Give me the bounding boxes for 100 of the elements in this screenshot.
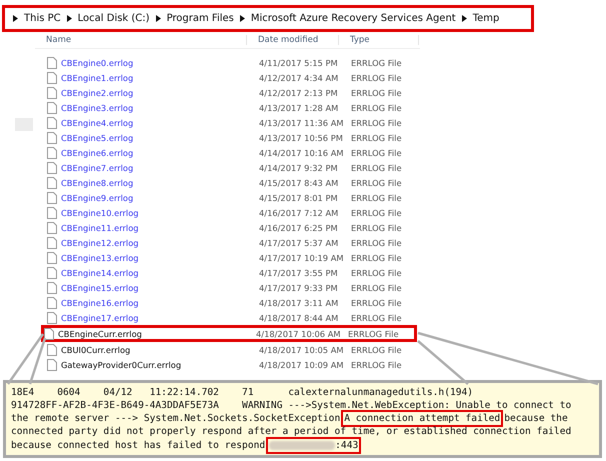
date-modified: 4/17/2017 9:33 PM bbox=[259, 282, 339, 292]
file-row[interactable]: CBEngine13.errlog 4/17/2017 10:19 AM ERRLOG File bbox=[44, 250, 417, 265]
document-icon bbox=[47, 102, 57, 114]
file-row[interactable]: CBUI0Curr.errlog 4/18/2017 10:05 AM ERRLOG File bbox=[44, 342, 417, 357]
file-row[interactable]: CBEngine7.errlog 4/14/2017 9:32 PM ERRLOG File bbox=[44, 160, 417, 175]
file-row[interactable]: CBEngine16.errlog 4/18/2017 3:11 AM ERRLOG File bbox=[44, 295, 417, 310]
file-row[interactable]: CBEngine2.errlog 4/12/2017 2:13 PM ERRLOG File bbox=[44, 85, 417, 100]
document-icon bbox=[47, 312, 57, 324]
file-name: CBEngine8.errlog bbox=[61, 178, 134, 188]
date-modified: 4/17/2017 5:37 AM bbox=[259, 238, 340, 248]
document-icon bbox=[47, 296, 57, 308]
file-row[interactable]: CBEngine4.errlog 4/13/2017 11:36 AM ERRLOG File bbox=[44, 115, 417, 130]
date-modified: 4/16/2017 7:12 AM bbox=[259, 208, 340, 218]
document-icon bbox=[47, 56, 57, 68]
breadcrumb-item[interactable]: Microsoft Azure Recovery Services Agent bbox=[250, 13, 456, 24]
document-icon bbox=[47, 146, 57, 158]
log-text: 914728FF-AF2B-4F3E-B649-4A3DDAF5E73A WARNING --->System.Net.WebException: Unable to connect to bbox=[11, 398, 572, 412]
column-header[interactable]: Date modified bbox=[247, 35, 339, 45]
file-name: CBEngine2.errlog bbox=[61, 88, 134, 98]
file-name: CBEngine9.errlog bbox=[61, 192, 134, 202]
file-row[interactable]: CBEngine17.errlog 4/18/2017 8:44 AM ERRLOG File bbox=[44, 310, 417, 325]
column-header[interactable]: Name bbox=[35, 35, 247, 45]
date-modified: 4/12/2017 4:34 AM bbox=[259, 72, 340, 82]
breadcrumb-item[interactable]: Local Disk (C:) bbox=[78, 13, 150, 24]
document-icon bbox=[47, 132, 57, 144]
document-icon bbox=[47, 266, 57, 278]
file-row[interactable]: CBEngine6.errlog 4/14/2017 10:16 AM ERRLOG File bbox=[44, 145, 417, 160]
file-name: CBEngine6.errlog bbox=[61, 148, 134, 158]
date-modified: 4/12/2017 2:13 PM bbox=[259, 88, 339, 98]
file-name: CBEngine0.errlog bbox=[61, 58, 134, 68]
breadcrumb-item[interactable]: This PC bbox=[24, 13, 61, 24]
file-type: ERRLOG File bbox=[351, 148, 403, 158]
file-name: CBEngine7.errlog bbox=[61, 162, 134, 172]
file-name: CBEngine15.errlog bbox=[61, 282, 139, 292]
document-icon bbox=[47, 86, 57, 98]
file-type: ERRLOG File bbox=[351, 162, 403, 172]
file-row[interactable]: CBEngineCurr.errlog 4/18/2017 10:06 AM ERRLOG File bbox=[41, 325, 417, 342]
file-type: ERRLOG File bbox=[351, 298, 403, 308]
document-icon bbox=[47, 222, 57, 234]
log-text: the remote server ---> System.Net.Sockets.SocketException bbox=[11, 412, 340, 426]
file-name: CBEngine16.errlog bbox=[61, 298, 139, 308]
address-bar[interactable]: This PC Local Disk (C:) Program Files Microsoft Azure Recovery Services Agent Temp bbox=[2, 5, 534, 32]
file-name: CBEngine10.errlog bbox=[61, 208, 139, 218]
date-modified: 4/14/2017 9:32 PM bbox=[259, 162, 339, 172]
document-icon bbox=[47, 116, 57, 128]
file-type: ERRLOG File bbox=[348, 329, 400, 339]
chevron-icon bbox=[240, 15, 245, 22]
file-name: CBEngineCurr.errlog bbox=[58, 329, 142, 339]
date-modified: 4/11/2017 5:15 PM bbox=[259, 58, 339, 68]
file-type: ERRLOG File bbox=[351, 72, 403, 82]
file-name: CBEngine17.errlog bbox=[61, 312, 139, 322]
date-modified: 4/14/2017 10:16 AM bbox=[259, 148, 345, 158]
chevron-icon bbox=[13, 15, 18, 22]
column-header[interactable]: Type bbox=[339, 35, 419, 45]
file-type: ERRLOG File bbox=[351, 102, 403, 112]
document-icon bbox=[47, 236, 57, 248]
file-type: ERRLOG File bbox=[351, 282, 403, 292]
date-modified: 4/15/2017 8:43 AM bbox=[259, 178, 340, 188]
file-row[interactable]: CBEngine5.errlog 4/13/2017 10:56 PM ERRLOG File bbox=[44, 130, 417, 145]
log-text: because connected host has failed to respond bbox=[11, 438, 266, 452]
file-row[interactable]: CBEngine3.errlog 4/13/2017 1:28 AM ERRLOG File bbox=[44, 100, 417, 115]
file-row[interactable]: CBEngine0.errlog 4/11/2017 5:15 PM ERRLOG File bbox=[44, 55, 417, 70]
file-row[interactable]: CBEngine12.errlog 4/17/2017 5:37 AM ERRLOG File bbox=[44, 235, 417, 250]
redacted-text-block bbox=[269, 440, 336, 450]
file-type: ERRLOG File bbox=[351, 268, 403, 278]
file-type: ERRLOG File bbox=[351, 118, 403, 128]
file-type: ERRLOG File bbox=[351, 58, 403, 68]
file-name: CBEngine1.errlog bbox=[61, 72, 134, 82]
breadcrumb-item[interactable]: Program Files bbox=[166, 13, 234, 24]
file-name: CBEngine13.errlog bbox=[61, 252, 139, 262]
file-name: CBEngine14.errlog bbox=[61, 268, 139, 278]
chevron-icon bbox=[462, 15, 467, 22]
document-icon bbox=[47, 162, 57, 174]
file-name: GatewayProvider0Curr.errlog bbox=[61, 360, 182, 370]
document-icon bbox=[47, 358, 57, 370]
date-modified: 4/17/2017 3:55 PM bbox=[259, 268, 339, 278]
file-row[interactable]: GatewayProvider0Curr.errlog 4/18/2017 10:09 AM ERRLOG File bbox=[44, 357, 417, 372]
document-icon bbox=[47, 206, 57, 218]
highlighted-log-text: A connection attempt failed bbox=[341, 410, 504, 428]
chevron-icon bbox=[156, 15, 161, 22]
file-type: ERRLOG File bbox=[351, 88, 403, 98]
date-modified: 4/18/2017 10:06 AM bbox=[256, 329, 342, 339]
file-row[interactable]: CBEngine9.errlog 4/15/2017 8:01 PM ERRLOG File bbox=[44, 190, 417, 205]
file-type: ERRLOG File bbox=[351, 178, 403, 188]
file-name: CBUI0Curr.errlog bbox=[61, 344, 130, 354]
file-row[interactable]: CBEngine8.errlog 4/15/2017 8:43 AM ERRLOG File bbox=[44, 175, 417, 190]
date-modified: 4/16/2017 6:25 PM bbox=[259, 222, 339, 232]
file-name: CBEngine5.errlog bbox=[61, 132, 134, 142]
breadcrumb-item[interactable]: Temp bbox=[472, 13, 500, 24]
file-row[interactable]: CBEngine11.errlog 4/16/2017 6:25 PM ERRLOG File bbox=[44, 220, 417, 235]
file-row[interactable]: CBEngine14.errlog 4/17/2017 3:55 PM ERRLOG File bbox=[44, 265, 417, 280]
document-icon bbox=[47, 176, 57, 188]
file-row[interactable]: CBEngine15.errlog 4/17/2017 9:33 PM ERRLOG File bbox=[44, 280, 417, 295]
document-icon bbox=[44, 328, 54, 340]
date-modified: 4/13/2017 11:36 AM bbox=[259, 118, 345, 128]
file-row[interactable]: CBEngine10.errlog 4/16/2017 7:12 AM ERRLOG File bbox=[44, 205, 417, 220]
file-type: ERRLOG File bbox=[351, 344, 403, 354]
log-text: because the bbox=[504, 412, 568, 426]
file-row[interactable]: CBEngine1.errlog 4/12/2017 4:34 AM ERRLOG File bbox=[44, 70, 417, 85]
file-name: CBEngine4.errlog bbox=[61, 118, 134, 128]
